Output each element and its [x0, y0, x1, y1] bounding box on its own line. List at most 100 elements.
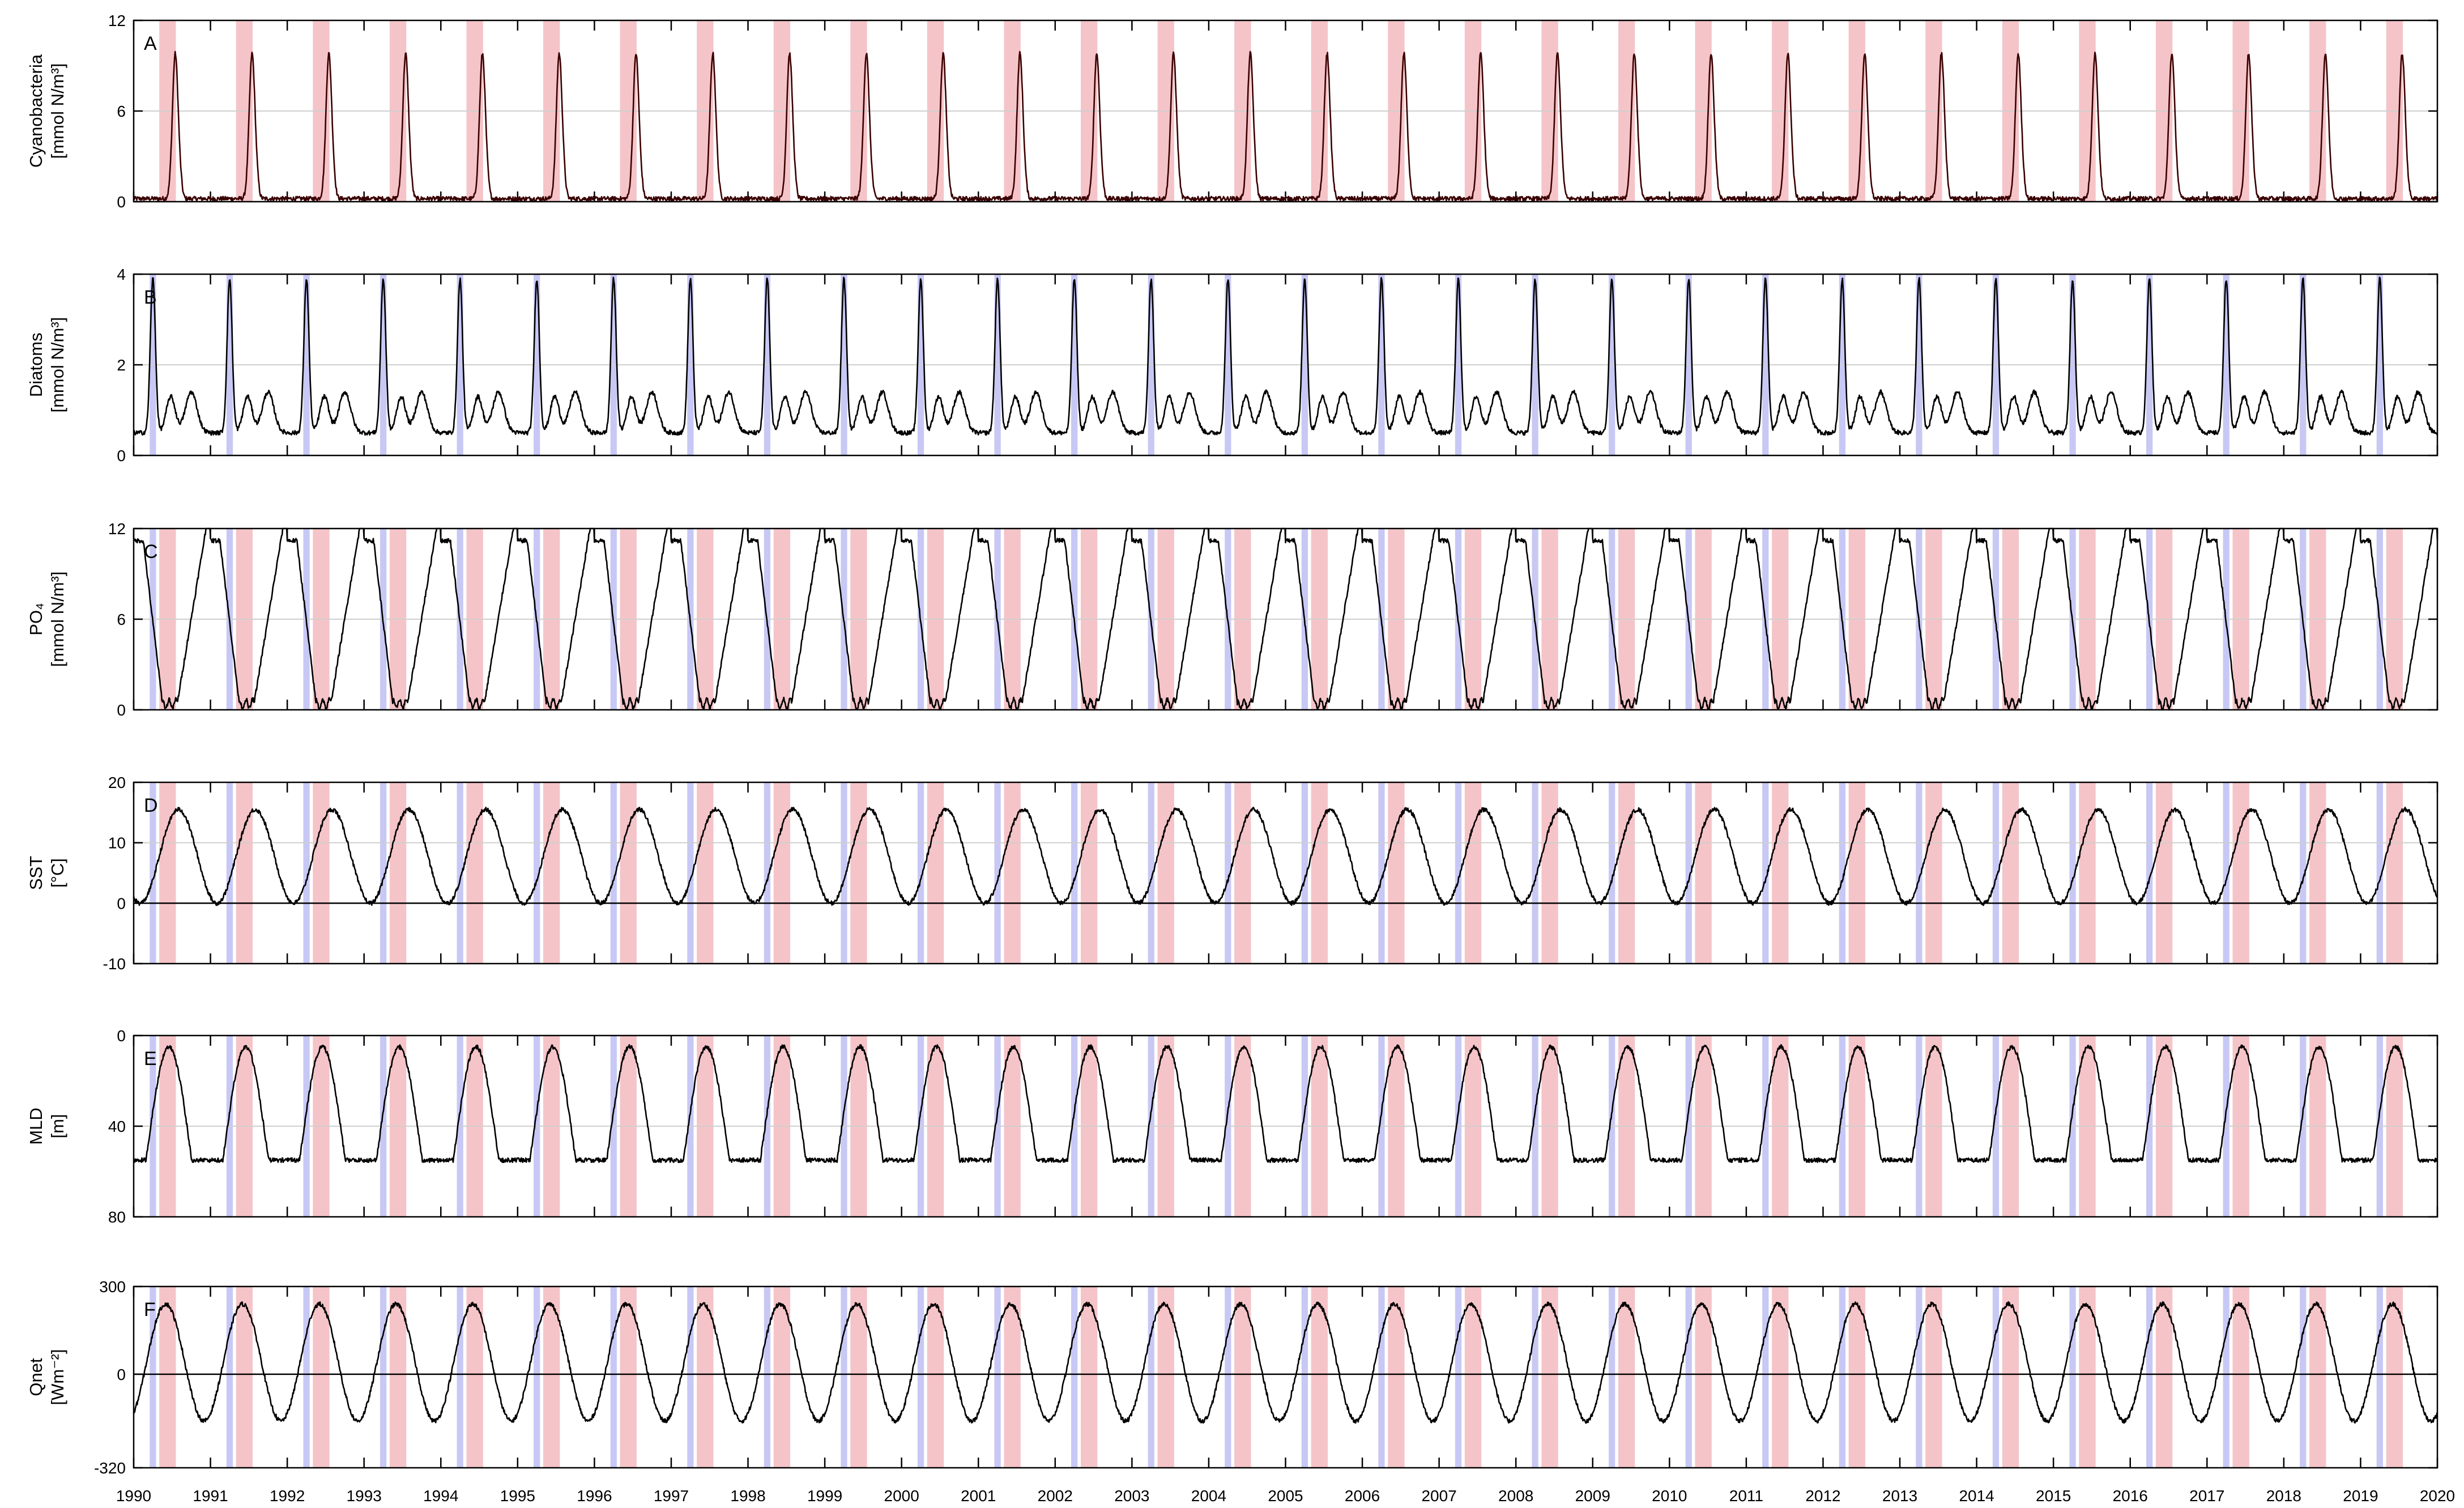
x-tick-label-1992: 1992: [270, 1487, 305, 1505]
panel-e-ytick-label: 80: [108, 1208, 126, 1226]
panel-f-ylabel-line: Qnet: [26, 1358, 46, 1396]
panel-d-ylabel-line: [°C]: [48, 858, 67, 888]
panel-d-ytick-label: 0: [117, 894, 126, 912]
panel-f-band-blue-1991: [226, 1287, 233, 1468]
x-tick-label-1997: 1997: [654, 1487, 689, 1505]
panel-d-ytick-label: -10: [103, 955, 126, 973]
panel-f-band-blue-2004: [1225, 1287, 1231, 1468]
panel-d-band-pink-2016: [2155, 782, 2173, 964]
panel-f-band-pink-2002: [1080, 1287, 1098, 1468]
panel-b-series-line: [133, 276, 2439, 436]
panel-f-ylabel: Qnet[Wm⁻²]: [26, 1349, 67, 1405]
panel-d-ytick-label: 10: [108, 834, 126, 852]
x-tick-label-2001: 2001: [961, 1487, 996, 1505]
panel-b-ytick-label: 2: [117, 356, 126, 374]
x-tick-label-2008: 2008: [1498, 1487, 1533, 1505]
x-tick-label-2017: 2017: [2189, 1487, 2224, 1505]
x-tick-label-2015: 2015: [2036, 1487, 2071, 1505]
panel-d-band-pink-1994: [466, 782, 483, 964]
panel-c-ylabel-line: [mmol N/m³]: [48, 572, 67, 667]
panel-a-ytick-label: 6: [117, 103, 126, 120]
x-tick-label-2013: 2013: [1882, 1487, 1917, 1505]
panel-c-letter: C: [144, 541, 158, 563]
panel-b-letter: B: [144, 287, 157, 308]
x-tick-label-2006: 2006: [1345, 1487, 1380, 1505]
x-tick-label-2014: 2014: [1959, 1487, 1994, 1505]
panel-b-ytick-label: 4: [117, 266, 126, 283]
panel-d-band-pink-2015: [2079, 782, 2096, 964]
panel-f-band-blue-2009: [1609, 1287, 1615, 1468]
panel-f-band-blue-1996: [610, 1287, 617, 1468]
panel-d-band-pink-2012: [1848, 782, 1866, 964]
panel-f-band-blue-1997: [687, 1287, 694, 1468]
panel-a-ylabel-line: Cyanobacteria: [26, 54, 46, 168]
panel-d-band-pink-2000: [927, 782, 944, 964]
panel-d: -10 0 10 20 D SST[°C]: [26, 774, 2439, 973]
x-tick-label-2002: 2002: [1038, 1487, 1073, 1505]
x-tick-label-2012: 2012: [1805, 1487, 1840, 1505]
x-tick-label-1996: 1996: [577, 1487, 612, 1505]
panel-e-ylabel-line: [m]: [48, 1114, 67, 1138]
panel-f-letter: F: [144, 1299, 156, 1320]
panel-f-band-blue-2019: [2376, 1287, 2383, 1468]
x-tick-label-2005: 2005: [1268, 1487, 1303, 1505]
panel-c-ytick-label: 6: [117, 611, 126, 628]
panel-d-band-pink-1991: [236, 782, 253, 964]
panel-f-band-blue-2016: [2146, 1287, 2153, 1468]
panel-c-ylabel-line: PO₄: [26, 603, 46, 635]
panel-d-band-pink-2009: [1618, 782, 1635, 964]
panel-f-band-blue-2001: [994, 1287, 1001, 1468]
panel-d-band-pink-1992: [313, 782, 330, 964]
panel-d-band-pink-2019: [2386, 782, 2403, 964]
panel-f-band-blue-2015: [2069, 1287, 2076, 1468]
panel-d-band-pink-2013: [1925, 782, 1942, 964]
x-tick-label-2010: 2010: [1652, 1487, 1687, 1505]
panel-f-band-blue-2013: [1916, 1287, 1922, 1468]
panel-d-band-pink-1997: [697, 782, 714, 964]
x-tick-label-1999: 1999: [807, 1487, 842, 1505]
panel-f-band-pink-1991: [236, 1287, 253, 1468]
multi-panel-time-series: 1990 1991 1992 1993 1994 1995 1996 1997 1998 1999…: [26, 12, 2455, 1505]
panel-a-ylabel-line: [mmol N/m³]: [48, 63, 67, 159]
panel-e-ylabel-line: MLD: [26, 1107, 46, 1144]
panel-f-band-blue-1995: [534, 1287, 540, 1468]
panel-f-band-pink-2011: [1772, 1287, 1789, 1468]
panel-f-band-blue-2006: [1378, 1287, 1385, 1468]
panel-f-band-blue-2003: [1148, 1287, 1154, 1468]
panel-f-band-blue-1998: [764, 1287, 771, 1468]
panel-c-ylabel: PO₄[mmol N/m³]: [26, 572, 67, 667]
x-tick-label-2019: 2019: [2343, 1487, 2378, 1505]
panel-d-ylabel-line: SST: [26, 856, 46, 890]
panel-d-band-pink-2011: [1772, 782, 1789, 964]
panel-f-band-blue-1992: [303, 1287, 310, 1468]
panel-b-ylabel-line: Diatoms: [26, 333, 46, 397]
panel-b-ytick-label: 0: [117, 447, 126, 465]
panel-b-ylabel-line: [mmol N/m³]: [48, 317, 67, 413]
panel-e-ytick-label: 40: [108, 1118, 126, 1135]
panel-c-ytick-label: 12: [108, 520, 126, 538]
panel-f-band-blue-2012: [1839, 1287, 1846, 1468]
panel-d-band-pink-2007: [1464, 782, 1482, 964]
x-tick-label-2018: 2018: [2266, 1487, 2301, 1505]
panel-a-ytick-label: 0: [117, 193, 126, 211]
panel-b-ylabel: Diatoms[mmol N/m³]: [26, 317, 67, 413]
panel-a-ytick-label: 12: [108, 12, 126, 29]
panel-f-band-blue-1994: [457, 1287, 463, 1468]
panel-d-band-pink-2006: [1388, 782, 1405, 964]
panel-f-band-blue-2017: [2223, 1287, 2229, 1468]
panel-f-band-pink-2007: [1464, 1287, 1482, 1468]
x-tick-label-1994: 1994: [423, 1487, 458, 1505]
panel-f-band-blue-1993: [380, 1287, 387, 1468]
panel-f-band-blue-2011: [1762, 1287, 1769, 1468]
panel-c: 0 6 12 C PO₄[mmol N/m³]: [26, 520, 2439, 719]
panel-d-band-pink-1996: [620, 782, 637, 964]
panel-f-band-blue-2014: [1992, 1287, 2000, 1468]
panel-d-band-pink-2018: [2309, 782, 2326, 964]
panel-d-band-pink-2004: [1234, 782, 1251, 964]
panel-e: 0 40 80 E MLD[m]: [26, 1027, 2439, 1226]
panel-d-ylabel: SST[°C]: [26, 856, 67, 890]
panel-a-letter: A: [144, 33, 157, 54]
panel-a: 0 6 12 A Cyanobacteria[mmol N/m³]: [26, 12, 2439, 211]
panel-d-ytick-label: 20: [108, 774, 126, 791]
panel-f-band-pink-2006: [1388, 1287, 1405, 1468]
